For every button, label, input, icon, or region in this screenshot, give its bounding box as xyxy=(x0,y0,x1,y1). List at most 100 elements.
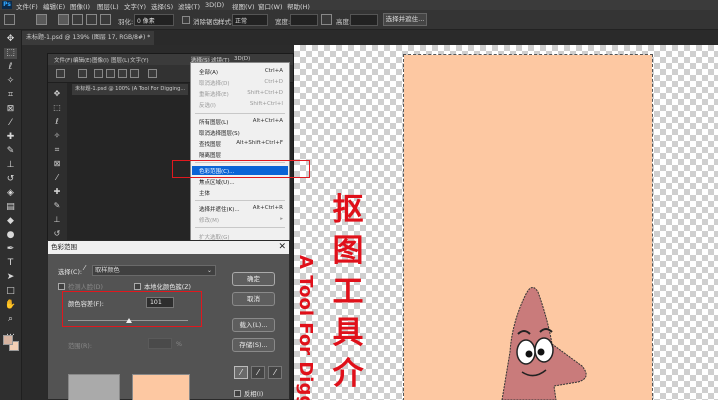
foreground-color-swatch[interactable] xyxy=(3,335,13,345)
swap-dimensions-icon[interactable] xyxy=(321,14,332,25)
inner-add-selection-icon[interactable] xyxy=(106,69,115,78)
magic-wand-tool-icon[interactable]: ✧ xyxy=(4,76,17,87)
inner-healing-tool-icon[interactable]: ✚ xyxy=(51,187,63,197)
range-input[interactable] xyxy=(148,338,172,349)
dialog-title: 色彩范围 xyxy=(48,241,289,254)
width-label: 宽度: xyxy=(275,18,291,26)
inner-tool-preset-icon[interactable] xyxy=(78,69,87,78)
menu-item-all[interactable]: 全部(A) xyxy=(199,68,218,76)
ok-button[interactable]: 确定 xyxy=(232,272,275,286)
path-selection-tool-icon[interactable]: ➤ xyxy=(4,272,17,283)
rectangle-tool-icon[interactable]: □ xyxy=(4,286,17,297)
inner-new-selection-icon[interactable] xyxy=(94,69,103,78)
new-selection-icon[interactable] xyxy=(58,14,69,25)
menu-item-select-and-mask[interactable]: 选择并遮住(K)... xyxy=(199,205,240,213)
menu-item-all-layers[interactable]: 所有图层(L) xyxy=(199,118,228,126)
pen-tool-icon[interactable]: ✒ xyxy=(4,244,17,255)
inner-intersect-selection-icon[interactable] xyxy=(130,69,139,78)
menu-item-focus-area[interactable]: 焦点区域(U)... xyxy=(199,178,235,186)
width-input[interactable] xyxy=(290,14,318,26)
hand-tool-icon[interactable]: ✋ xyxy=(4,300,17,311)
inner-frame-tool-icon[interactable]: ⊠ xyxy=(51,159,63,169)
history-brush-tool-icon[interactable]: ↺ xyxy=(4,174,17,185)
lasso-tool-icon[interactable]: ℓ xyxy=(4,62,17,73)
inner-feather-icon[interactable] xyxy=(148,69,157,78)
home-icon[interactable] xyxy=(4,14,15,25)
chevron-down-icon: ⌄ xyxy=(206,267,212,274)
select-menu-dropdown: 全部(A) Ctrl+A 取消选择(D) Ctrl+D 重新选择(E) Shif… xyxy=(190,62,290,247)
eyedropper-plus-icon[interactable]: ⁄ xyxy=(251,366,265,379)
style-label: 样式: xyxy=(218,18,234,26)
dodge-tool-icon[interactable]: ● xyxy=(4,230,17,241)
eyedropper-icon[interactable]: ⁄ xyxy=(234,366,248,379)
inner-menu-file[interactable]: 文件(F) xyxy=(54,56,72,64)
gradient-tool-icon[interactable]: ▤ xyxy=(4,202,17,213)
eyedropper-tool-icon[interactable]: ⁄ xyxy=(4,118,17,129)
menu-item-deselect[interactable]: 取消选择(D) xyxy=(199,79,230,87)
inner-brush-tool-icon[interactable]: ✎ xyxy=(51,201,63,211)
menu-item-deselect-layers[interactable]: 取消选择图层(S) xyxy=(199,129,240,137)
inner-marquee-tool-icon[interactable]: ⬚ xyxy=(51,103,63,113)
eyedropper-minus-icon[interactable]: ⁄ xyxy=(268,366,282,379)
menu-item-inverse[interactable]: 反选(I) xyxy=(199,101,216,109)
cancel-button[interactable]: 取消 xyxy=(232,292,275,306)
blur-tool-icon[interactable]: ◆ xyxy=(4,216,17,227)
menu-item-find-layers[interactable]: 查找图层 xyxy=(199,140,221,148)
healing-brush-tool-icon[interactable]: ✚ xyxy=(4,132,17,143)
localized-clusters-label: 本地化颜色簇(Z) xyxy=(144,284,192,291)
inner-document-tab[interactable]: 未标题-1.psd @ 100% (A Tool For Digging... xyxy=(72,84,189,95)
clone-stamp-tool-icon[interactable]: ⊥ xyxy=(4,160,17,171)
load-button[interactable]: 载入(L)... xyxy=(232,318,275,332)
marquee-tool-icon[interactable]: ⬚ xyxy=(4,48,17,59)
antialias-checkbox[interactable] xyxy=(182,16,190,24)
select-and-mask-button[interactable]: 选择并遮住... xyxy=(383,13,427,26)
range-label: 范围(R): xyxy=(68,343,93,350)
subtract-selection-icon[interactable] xyxy=(86,14,97,25)
zoom-tool-icon[interactable]: ⌕ xyxy=(4,314,17,325)
brush-tool-icon[interactable]: ✎ xyxy=(4,146,17,157)
menu-item-subject[interactable]: 主体 xyxy=(199,189,210,197)
inner-magic-wand-tool-icon[interactable]: ✧ xyxy=(51,131,63,141)
type-tool-icon[interactable]: T xyxy=(4,258,17,269)
inner-history-tool-icon[interactable]: ↺ xyxy=(51,229,63,239)
inner-move-tool-icon[interactable]: ✥ xyxy=(51,89,63,99)
inner-lasso-tool-icon[interactable]: ℓ xyxy=(51,117,63,127)
inner-menu-edit[interactable]: 编辑(E) xyxy=(73,56,92,64)
frame-tool-icon[interactable]: ⊠ xyxy=(4,104,17,115)
close-icon[interactable]: ✕ xyxy=(278,241,286,254)
detect-faces-checkbox[interactable] xyxy=(58,283,65,290)
inner-menu-image[interactable]: 图像(I) xyxy=(92,56,109,64)
add-to-selection-icon[interactable] xyxy=(72,14,83,25)
select-dropdown[interactable]: 取样颜色 ⌄ xyxy=(92,265,216,276)
intersect-selection-icon[interactable] xyxy=(100,14,111,25)
annotation-fuzziness-box xyxy=(62,291,202,327)
save-button[interactable]: 存储(S)... xyxy=(232,338,275,352)
inner-eyedropper-tool-icon[interactable]: ⁄ xyxy=(51,173,63,183)
menu-3d[interactable]: 3D(D) xyxy=(205,1,224,9)
menu-shortcut: Ctrl+A xyxy=(264,68,283,74)
localized-clusters-checkbox[interactable] xyxy=(134,283,141,290)
select-value: 取样颜色 xyxy=(95,267,120,274)
document-tab[interactable]: 未标题-1.psd @ 139% (图层 17, RGB/8#) * xyxy=(22,31,155,45)
inner-menu-layer[interactable]: 图层(L) xyxy=(111,56,129,64)
feather-label: 羽化: xyxy=(118,18,134,26)
crop-tool-icon[interactable]: ⌗ xyxy=(4,90,17,101)
inner-crop-tool-icon[interactable]: ⌗ xyxy=(51,145,63,155)
inner-home-icon[interactable] xyxy=(56,69,65,78)
menu-item-reselect[interactable]: 重新选择(E) xyxy=(199,90,229,98)
canvas-subtitle: A Tool For Digg xyxy=(296,255,316,400)
menu-item-modify[interactable]: 修改(M) xyxy=(199,216,219,224)
menu-bar: Ps 文件(F) 编辑(E) 图像(I) 图层(L) 文字(Y) 选择(S) 滤… xyxy=(0,0,718,11)
height-input[interactable] xyxy=(350,14,378,26)
invert-checkbox[interactable] xyxy=(234,390,241,397)
feather-input[interactable]: 0 像素 xyxy=(134,14,174,26)
inner-menu-type[interactable]: 文字(Y) xyxy=(130,56,149,64)
eraser-tool-icon[interactable]: ◈ xyxy=(4,188,17,199)
inner-subtract-selection-icon[interactable] xyxy=(118,69,127,78)
inner-stamp-tool-icon[interactable]: ⊥ xyxy=(51,215,63,225)
marquee-tool-preset-icon[interactable] xyxy=(36,14,47,25)
move-tool-icon[interactable]: ✥ xyxy=(4,34,17,45)
height-label: 高度: xyxy=(336,18,352,26)
style-select[interactable]: 正常 xyxy=(232,14,268,26)
menu-item-isolate-layers[interactable]: 隔离图层 xyxy=(199,151,221,159)
